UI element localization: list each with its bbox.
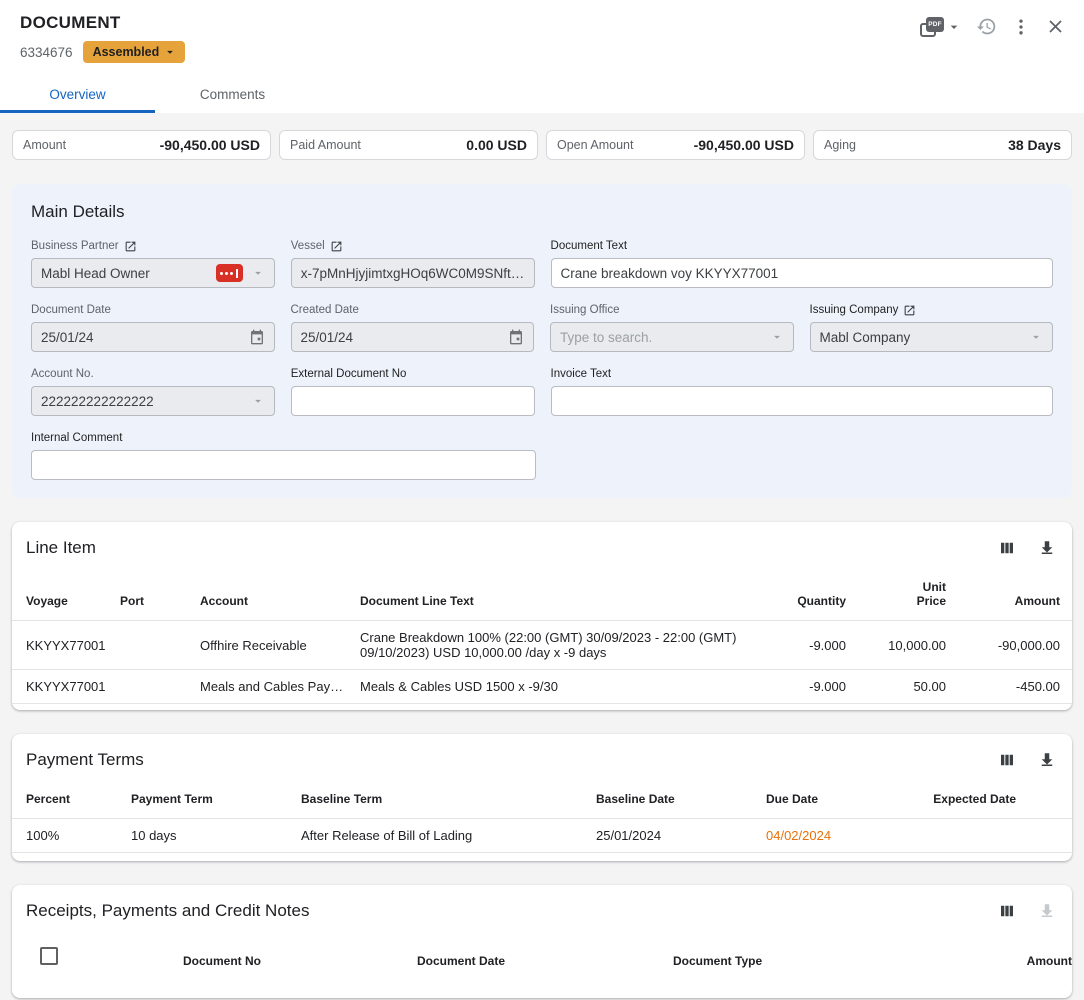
receipts-header-row: Document No Document Date Document Type … bbox=[12, 925, 1072, 988]
status-badge[interactable]: Assembled bbox=[83, 41, 186, 63]
issuing-company-select: Mabl Company bbox=[810, 322, 1054, 352]
document-text-field: Document Text bbox=[551, 239, 1053, 288]
invoice-text-field: Invoice Text bbox=[551, 367, 1053, 416]
partner-details-chip[interactable] bbox=[216, 264, 243, 282]
line-item-table: Voyage Port Account Document Line Text Q… bbox=[12, 562, 1072, 704]
section-title: Main Details bbox=[31, 202, 1053, 222]
receipts-section: Receipts, Payments and Credit Notes bbox=[12, 885, 1072, 998]
business-partner-select: Mabl Head Owner bbox=[31, 258, 275, 288]
download-button-disabled bbox=[1038, 902, 1056, 920]
main-details-section: Main Details Business Partner Mabl Head … bbox=[12, 184, 1072, 498]
aging-card: Aging 38 Days bbox=[813, 130, 1072, 160]
column-settings-button[interactable] bbox=[998, 751, 1016, 769]
chevron-down-icon bbox=[946, 19, 962, 35]
columns-icon bbox=[998, 902, 1016, 920]
document-date-input: 25/01/24 bbox=[31, 322, 275, 352]
line-item-row[interactable]: KKYYX77001 Meals and Cables Pay… Meals &… bbox=[12, 670, 1072, 704]
close-icon bbox=[1045, 16, 1066, 37]
document-number: 6334676 bbox=[20, 45, 73, 60]
payment-terms-header-row: Percent Payment Term Baseline Term Basel… bbox=[12, 774, 1072, 819]
created-date-input: 25/01/24 bbox=[291, 322, 535, 352]
tab-overview[interactable]: Overview bbox=[0, 77, 155, 113]
pdf-icon: PDF bbox=[920, 17, 944, 37]
account-no-field: Account No. 222222222222222 bbox=[31, 367, 275, 416]
status-label: Assembled bbox=[93, 45, 160, 59]
external-document-no-input[interactable] bbox=[291, 386, 535, 416]
chevron-down-icon bbox=[770, 330, 784, 344]
receipts-table: Document No Document Date Document Type … bbox=[12, 925, 1072, 988]
document-text-input[interactable] bbox=[551, 258, 1053, 288]
column-settings-button[interactable] bbox=[998, 539, 1016, 557]
paid-amount-card: Paid Amount 0.00 USD bbox=[279, 130, 538, 160]
created-date-field: Created Date 25/01/24 bbox=[291, 303, 535, 352]
column-settings-button[interactable] bbox=[998, 902, 1016, 920]
download-icon bbox=[1038, 902, 1056, 920]
external-link-icon[interactable] bbox=[903, 304, 916, 317]
payment-terms-section: Payment Terms bbox=[12, 734, 1072, 861]
calendar-icon bbox=[249, 329, 265, 345]
export-pdf-button[interactable]: PDF bbox=[920, 17, 962, 37]
external-document-no-field: External Document No bbox=[291, 367, 535, 416]
tab-comments[interactable]: Comments bbox=[155, 77, 310, 113]
header: DOCUMENT 6334676 Assembled PDF bbox=[0, 0, 1084, 113]
document-date-field: Document Date 25/01/24 bbox=[31, 303, 275, 352]
payment-term-row[interactable]: 100% 10 days After Release of Bill of La… bbox=[12, 819, 1072, 853]
section-title: Receipts, Payments and Credit Notes bbox=[26, 901, 309, 921]
amount-card: Amount -90,450.00 USD bbox=[12, 130, 271, 160]
download-button[interactable] bbox=[1038, 539, 1056, 557]
download-icon bbox=[1038, 539, 1056, 557]
external-link-icon[interactable] bbox=[330, 240, 343, 253]
due-date-value: 04/02/2024 bbox=[766, 819, 910, 853]
open-amount-card: Open Amount -90,450.00 USD bbox=[546, 130, 805, 160]
internal-comment-input[interactable] bbox=[31, 450, 536, 480]
history-icon bbox=[976, 16, 997, 37]
chevron-down-icon bbox=[251, 394, 265, 408]
kebab-menu-icon bbox=[1011, 17, 1031, 37]
business-partner-field: Business Partner Mabl Head Owner bbox=[31, 239, 275, 288]
calendar-icon bbox=[508, 329, 524, 345]
chevron-down-icon bbox=[163, 45, 177, 59]
select-all-checkbox[interactable] bbox=[40, 947, 58, 965]
document-window: DOCUMENT 6334676 Assembled PDF bbox=[0, 0, 1084, 998]
page-title: DOCUMENT bbox=[20, 13, 1064, 33]
section-title: Payment Terms bbox=[26, 750, 144, 770]
invoice-text-input[interactable] bbox=[551, 386, 1053, 416]
account-no-select: 222222222222222 bbox=[31, 386, 275, 416]
issuing-office-field: Issuing Office Type to search. bbox=[550, 303, 794, 352]
line-item-header-row: Voyage Port Account Document Line Text Q… bbox=[12, 562, 1072, 621]
chevron-down-icon bbox=[251, 266, 265, 280]
download-icon bbox=[1038, 751, 1056, 769]
payment-terms-table: Percent Payment Term Baseline Term Basel… bbox=[12, 774, 1072, 853]
line-item-section: Line Item bbox=[12, 522, 1072, 710]
more-menu-button[interactable] bbox=[1011, 17, 1031, 37]
columns-icon bbox=[998, 751, 1016, 769]
download-button[interactable] bbox=[1038, 751, 1056, 769]
issuing-company-field: Issuing Company Mabl Company bbox=[810, 303, 1054, 352]
vessel-field: Vessel x-7pMnHjyjimtxgHOq6WC0M9SNft… bbox=[291, 239, 535, 288]
tab-bar: Overview Comments bbox=[0, 77, 1084, 113]
section-title: Line Item bbox=[26, 538, 96, 558]
internal-comment-field: Internal Comment bbox=[31, 431, 536, 480]
external-link-icon[interactable] bbox=[124, 240, 137, 253]
columns-icon bbox=[998, 539, 1016, 557]
history-button[interactable] bbox=[976, 16, 997, 37]
vessel-input: x-7pMnHjyjimtxgHOq6WC0M9SNft… bbox=[291, 258, 535, 288]
chevron-down-icon bbox=[1029, 330, 1043, 344]
issuing-office-select: Type to search. bbox=[550, 322, 794, 352]
summary-cards: Amount -90,450.00 USD Paid Amount 0.00 U… bbox=[12, 130, 1072, 160]
close-button[interactable] bbox=[1045, 16, 1066, 37]
line-item-row[interactable]: KKYYX77001 Offhire Receivable Crane Brea… bbox=[12, 621, 1072, 670]
